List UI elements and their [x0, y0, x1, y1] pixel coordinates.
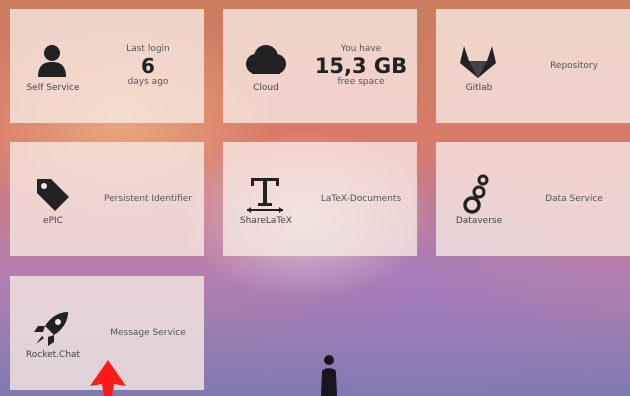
cloud-icon: [241, 41, 289, 81]
annotation-arrow-icon: [90, 360, 126, 396]
tile-label: Gitlab: [465, 83, 493, 93]
tile-description: Persistent Identifier: [104, 193, 192, 204]
tile-gitlab[interactable]: Gitlab Repository: [436, 9, 630, 123]
tile-sharelatex[interactable]: ShareLaTeX LaTeX-Documents: [223, 142, 417, 256]
tile-label: Rocket.Chat: [25, 350, 81, 360]
storage-unit: free space: [337, 77, 385, 87]
gitlab-icon: [454, 41, 502, 81]
last-login-value: 6: [141, 54, 155, 78]
silhouette-figure: [321, 355, 337, 396]
tile-description: Repository: [550, 60, 598, 71]
tile-info: Data Service: [522, 142, 626, 256]
rocket-icon: [28, 308, 76, 348]
tile-info: Persistent Identifier: [96, 142, 200, 256]
tile-self-service[interactable]: Self Service Last login 6 days ago: [10, 9, 204, 123]
tag-icon: [28, 174, 76, 214]
dashboard-background: Self Service Last login 6 days ago Cloud…: [0, 0, 630, 396]
tile-description: LaTeX-Documents: [320, 193, 402, 204]
tile-label: Dataverse: [455, 216, 503, 226]
tile-description: Data Service: [545, 193, 603, 204]
storage-value: 15,3 GB: [314, 54, 408, 78]
tile-info: Repository: [522, 9, 626, 123]
dataverse-icon: [454, 174, 502, 214]
tile-info: LaTeX-Documents: [309, 142, 413, 256]
tile-label: ePIC: [43, 216, 63, 226]
tile-label: ShareLaTeX: [239, 216, 293, 226]
last-login-unit: days ago: [127, 77, 169, 87]
tile-description: Message Service: [110, 327, 186, 338]
tile-label: Cloud: [253, 83, 279, 93]
tile-info: Last login 6 days ago: [96, 9, 200, 123]
text-format-icon: [241, 174, 289, 214]
tile-label: Self Service: [26, 83, 80, 93]
tile-info: You have 15,3 GB free space: [309, 9, 413, 123]
tile-dataverse[interactable]: Dataverse Data Service: [436, 142, 630, 256]
person-icon: [28, 41, 76, 81]
tile-epic[interactable]: ePIC Persistent Identifier: [10, 142, 204, 256]
tile-cloud[interactable]: Cloud You have 15,3 GB free space: [223, 9, 417, 123]
